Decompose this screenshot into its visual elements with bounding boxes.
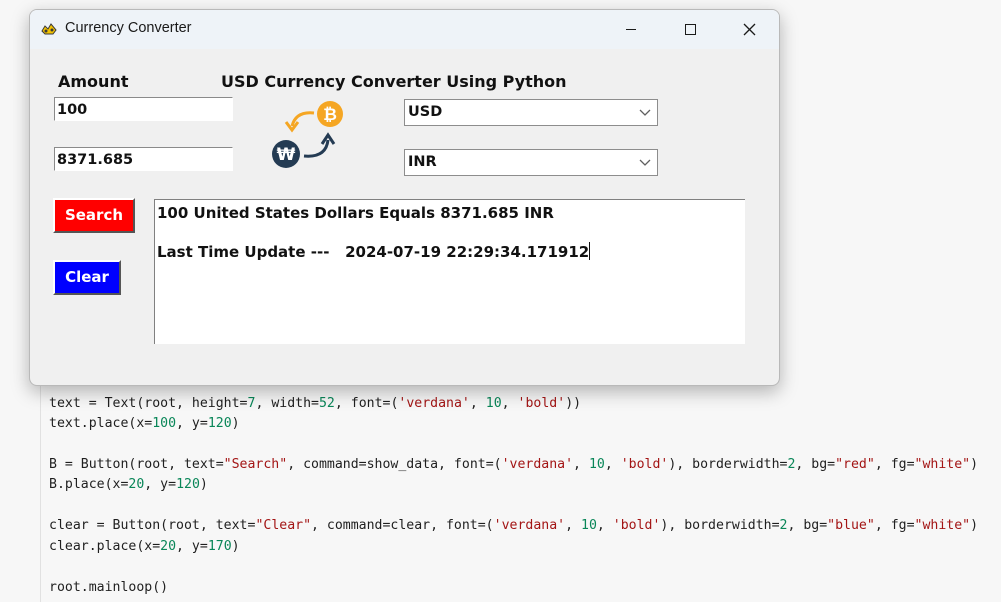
- currency-exchange-logo: ₿ ₩: [272, 101, 343, 168]
- code-line-1: text = Text(root, height=7, width=52, fo…: [49, 396, 582, 411]
- converted-amount-field[interactable]: 8371.685: [54, 147, 233, 171]
- app-icon: [41, 23, 57, 35]
- code-line-2: text.place(x=100, y=120): [49, 416, 240, 431]
- clear-button[interactable]: Clear: [53, 260, 121, 295]
- close-icon: [743, 23, 756, 36]
- search-button[interactable]: Search: [53, 198, 135, 233]
- code-line-4: B.place(x=20, y=120): [49, 477, 208, 492]
- text-cursor: [589, 242, 591, 260]
- bitcoin-icon: ₿: [317, 101, 343, 127]
- code-line-5: clear = Button(root, text="Clear", comma…: [49, 518, 979, 533]
- amount-label: Amount: [58, 72, 129, 91]
- amount-input[interactable]: 100: [54, 97, 233, 121]
- page-heading: USD Currency Converter Using Python: [221, 72, 567, 91]
- maximize-button[interactable]: [660, 10, 718, 49]
- code-line-3: B = Button(root, text="Search", command=…: [49, 457, 979, 472]
- window-title: Currency Converter: [65, 20, 192, 36]
- title-bar[interactable]: Currency Converter: [30, 10, 779, 49]
- to-currency-value: INR: [408, 154, 437, 170]
- to-currency-select[interactable]: INR: [404, 149, 658, 176]
- minimize-icon: [626, 29, 636, 30]
- chevron-down-icon: [639, 159, 651, 166]
- won-icon: ₩: [272, 140, 300, 168]
- close-button[interactable]: [721, 10, 779, 49]
- code-line-6: clear.place(x=20, y=170): [49, 539, 240, 554]
- minimize-button[interactable]: [602, 10, 660, 49]
- code-line-7: root.mainloop(): [49, 580, 169, 595]
- from-currency-select[interactable]: USD: [404, 99, 658, 126]
- chevron-down-icon: [639, 109, 651, 116]
- svg-text:₩: ₩: [277, 145, 296, 165]
- last-update-line: Last Time Update --- 2024-07-19 22:29:34…: [157, 242, 591, 261]
- currency-converter-window: Currency Converter Amount USD Currency C…: [29, 9, 780, 386]
- svg-text:₿: ₿: [323, 105, 337, 125]
- editor-gutter: [40, 380, 41, 602]
- conversion-result-text: 100 United States Dollars Equals 8371.68…: [157, 204, 554, 222]
- from-currency-value: USD: [408, 104, 443, 120]
- output-textbox[interactable]: 100 United States Dollars Equals 8371.68…: [154, 199, 745, 344]
- maximize-icon: [685, 24, 696, 35]
- last-update-text: Last Time Update --- 2024-07-19 22:29:34…: [157, 243, 590, 261]
